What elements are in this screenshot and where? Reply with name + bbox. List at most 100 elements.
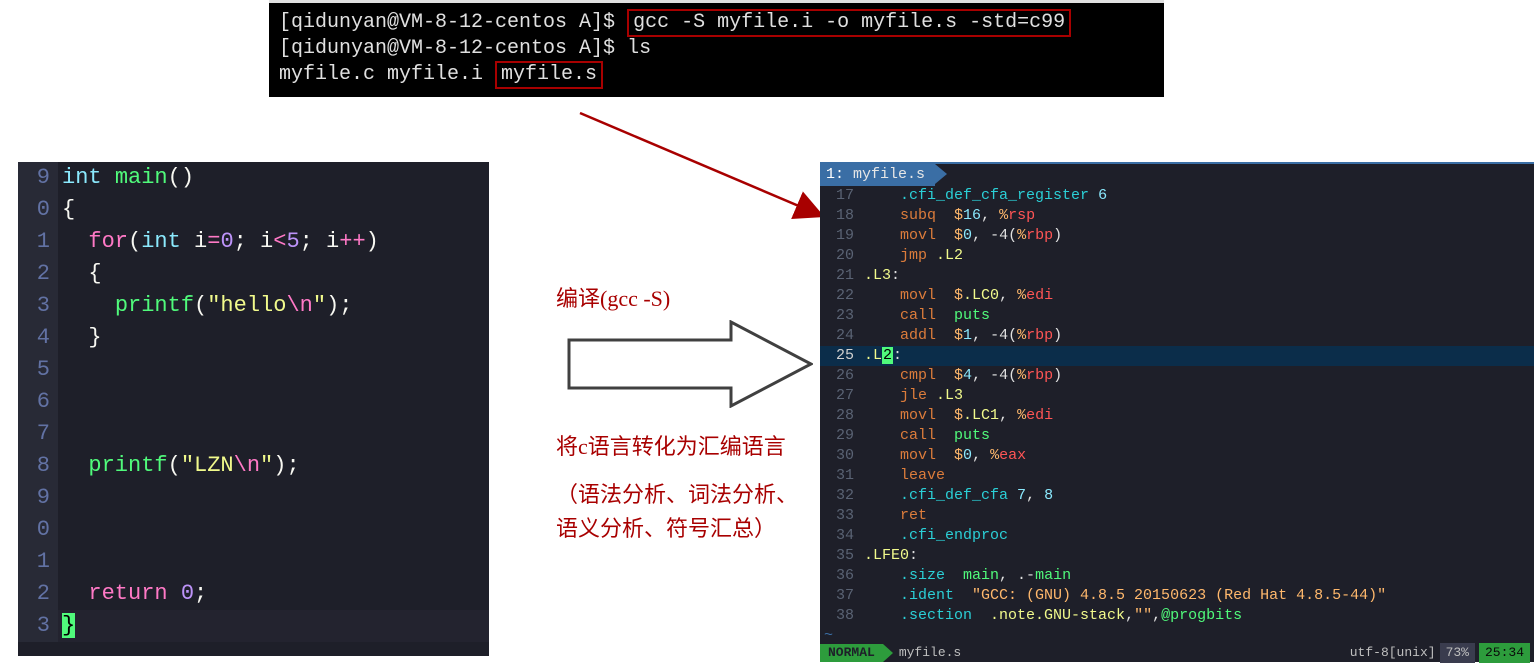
asm-line[interactable]: 30 movl $0, %eax [820,446,1534,466]
source-line[interactable]: 9 [18,482,489,514]
asm-line[interactable]: 19 movl $0, -4(%rbp) [820,226,1534,246]
code-content [58,354,489,386]
line-number: 35 [820,546,864,566]
asm-line[interactable]: 18 subq $16, %rsp [820,206,1534,226]
code-content: int main() [58,162,489,194]
asm-content: call puts [864,306,1534,326]
line-number: 17 [820,186,864,206]
ls-command: ls [627,37,651,60]
asm-content: addl $1, -4(%rbp) [864,326,1534,346]
asm-line[interactable]: 27 jle .L3 [820,386,1534,406]
chevron-right-icon [883,644,893,662]
code-content [58,482,489,514]
line-number: 18 [820,206,864,226]
line-number: 2 [18,258,58,290]
code-content: return 0; [58,578,489,610]
asm-line[interactable]: 38 .section .note.GNU-stack,"",@progbits [820,606,1534,626]
assembly-editor-body[interactable]: 17 .cfi_def_cfa_register 618 subq $16, %… [820,186,1534,626]
asm-line[interactable]: 25.L2: [820,346,1534,366]
asm-content: .cfi_def_cfa_register 6 [864,186,1534,206]
line-number: 7 [18,418,58,450]
asm-content: cmpl $4, -4(%rbp) [864,366,1534,386]
asm-content: .cfi_endproc [864,526,1534,546]
asm-content: movl $0, %eax [864,446,1534,466]
line-number: 22 [820,286,864,306]
shell-prompt: [qidunyan@VM-8-12-centos A]$ [279,37,627,60]
source-line[interactable]: 0{ [18,194,489,226]
line-number: 33 [820,506,864,526]
asm-content: movl $0, -4(%rbp) [864,226,1534,246]
source-line[interactable]: 5 [18,354,489,386]
code-content [58,514,489,546]
line-number: 9 [18,482,58,514]
source-line[interactable]: 1 for(int i=0; i<5; i++) [18,226,489,258]
asm-line[interactable]: 28 movl $.LC1, %edi [820,406,1534,426]
asm-line[interactable]: 24 addl $1, -4(%rbp) [820,326,1534,346]
source-line[interactable]: 1 [18,546,489,578]
asm-content: jle .L3 [864,386,1534,406]
code-content: } [58,322,489,354]
asm-line[interactable]: 33 ret [820,506,1534,526]
source-line[interactable]: 9int main() [18,162,489,194]
code-content [58,546,489,578]
source-line[interactable]: 3} [18,610,489,642]
source-line[interactable]: 2 return 0; [18,578,489,610]
line-number: 0 [18,194,58,226]
asm-content: leave [864,466,1534,486]
ls-output-other: myfile.c myfile.i [279,63,495,86]
asm-content: movl $.LC1, %edi [864,406,1534,426]
shell-prompt: [qidunyan@VM-8-12-centos A]$ [279,11,627,34]
source-line[interactable]: 7 [18,418,489,450]
status-filename: myfile.s [893,643,961,663]
compile-stage-label: 编译(gcc -S) [556,281,670,313]
line-number: 1 [18,226,58,258]
editor-tab-myfile-s[interactable]: 1: myfile.s [820,164,935,186]
asm-content: .section .note.GNU-stack,"",@progbits [864,606,1534,626]
line-number: 2 [18,578,58,610]
desc-line-1: 将c语言转化为汇编语言 [556,430,800,464]
code-content: printf("LZN\n"); [58,450,489,482]
source-line[interactable]: 4 } [18,322,489,354]
code-content [58,386,489,418]
asm-line[interactable]: 32 .cfi_def_cfa 7, 8 [820,486,1534,506]
line-number: 26 [820,366,864,386]
assembly-editor[interactable]: 1: myfile.s 17 .cfi_def_cfa_register 618… [820,162,1534,662]
source-line[interactable]: 3 printf("hello\n"); [18,290,489,322]
asm-line[interactable]: 31 leave [820,466,1534,486]
asm-line[interactable]: 17 .cfi_def_cfa_register 6 [820,186,1534,206]
source-line[interactable]: 2 { [18,258,489,290]
source-line[interactable]: 0 [18,514,489,546]
asm-line[interactable]: 29 call puts [820,426,1534,446]
asm-line[interactable]: 23 call puts [820,306,1534,326]
terminal-window: [qidunyan@VM-8-12-centos A]$ gcc -S myfi… [269,0,1164,97]
vim-mode-indicator: NORMAL [820,644,883,662]
asm-line[interactable]: 37 .ident "GCC: (GNU) 4.8.5 20150623 (Re… [820,586,1534,606]
ls-output-highlight: myfile.s [495,61,603,89]
asm-content: .ident "GCC: (GNU) 4.8.5 20150623 (Red H… [864,586,1534,606]
asm-line[interactable]: 34 .cfi_endproc [820,526,1534,546]
asm-line[interactable]: 35.LFE0: [820,546,1534,566]
asm-line[interactable]: 21.L3: [820,266,1534,286]
line-number: 30 [820,446,864,466]
asm-line[interactable]: 20 jmp .L2 [820,246,1534,266]
terminal-line-2: [qidunyan@VM-8-12-centos A]$ ls [279,37,1154,61]
line-number: 21 [820,266,864,286]
asm-content: movl $.LC0, %edi [864,286,1534,306]
asm-content: .L3: [864,266,1534,286]
asm-content: .cfi_def_cfa 7, 8 [864,486,1534,506]
arrow-diagonal-icon [570,105,840,235]
source-line[interactable]: 8 printf("LZN\n"); [18,450,489,482]
terminal-line-3: myfile.c myfile.i myfile.s [279,61,1154,89]
asm-content: .L2: [864,346,1534,366]
code-content: { [58,258,489,290]
line-number: 20 [820,246,864,266]
asm-line[interactable]: 22 movl $.LC0, %edi [820,286,1534,306]
line-number: 31 [820,466,864,486]
c-source-editor[interactable]: 9int main()0{1 for(int i=0; i<5; i++)2 {… [18,162,489,656]
line-number: 23 [820,306,864,326]
line-number: 34 [820,526,864,546]
asm-line[interactable]: 26 cmpl $4, -4(%rbp) [820,366,1534,386]
compile-stage-description: 将c语言转化为汇编语言 （语法分析、词法分析、语义分析、符号汇总） [556,430,800,546]
source-line[interactable]: 6 [18,386,489,418]
asm-line[interactable]: 36 .size main, .-main [820,566,1534,586]
